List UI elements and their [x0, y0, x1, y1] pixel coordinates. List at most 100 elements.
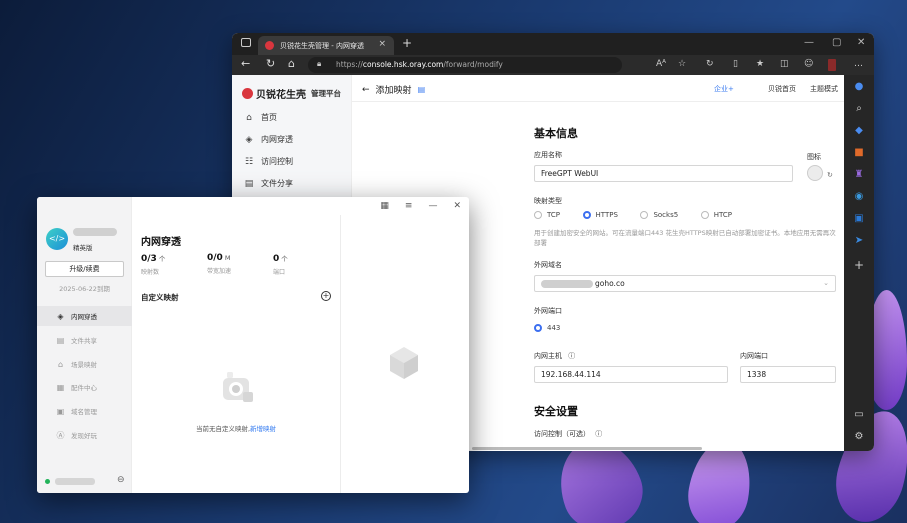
qr-code-icon[interactable]: ▦ — [380, 201, 389, 211]
favorites-icon[interactable]: ★ — [756, 59, 764, 69]
horizontal-scrollbar[interactable] — [472, 447, 702, 450]
notification-bell-icon[interactable]: ● — [853, 81, 865, 93]
sidebar-item-label: 首页 — [261, 113, 277, 122]
radio-port-443[interactable]: 443 — [534, 324, 560, 332]
close-tab-icon[interactable]: × — [378, 39, 386, 49]
menu-item-file-share[interactable]: ▤ 文件共享 — [37, 330, 132, 350]
add-app-icon[interactable]: + — [853, 259, 865, 271]
radio-socks5[interactable]: Socks5 — [640, 211, 678, 219]
brand-logo[interactable]: 贝锐花生壳 管理平台 — [242, 85, 341, 101]
close-window-icon[interactable]: ✕ — [857, 37, 865, 48]
sidebar-item-tunnel[interactable]: ◈ 内网穿透 — [244, 134, 293, 145]
zoom-icon[interactable]: ⊖ — [117, 475, 125, 485]
radio-htcp[interactable]: HTCP — [700, 211, 732, 219]
radio-label: Socks5 — [653, 211, 679, 219]
outlook-icon[interactable]: ▣ — [853, 213, 865, 225]
mapping-type-label: 映射类型 — [534, 197, 562, 205]
sidebar-item-access-control[interactable]: ☷ 访问控制 — [244, 156, 293, 167]
sidebar-item-label: 内网穿透 — [261, 135, 293, 144]
app-name-label: 应用名称 — [534, 151, 562, 159]
stat-label: 带宽加速 — [207, 268, 232, 275]
sidebar-item-label: 访问控制 — [261, 157, 293, 166]
account-status[interactable] — [45, 478, 95, 485]
settings-gear-icon[interactable]: ⚙ — [853, 431, 865, 443]
access-control-label: 访问控制（可选） ⓘ — [534, 429, 602, 439]
home-icon[interactable]: ⌂ — [288, 57, 295, 70]
refresh-icon[interactable]: ↻ — [266, 57, 275, 70]
help-icon[interactable]: ⓘ — [568, 352, 575, 360]
screen-icon[interactable]: ▭ — [853, 409, 865, 421]
stat-number: 0 — [273, 254, 280, 264]
search-icon[interactable]: ⌕ — [853, 103, 865, 115]
site-favicon-icon — [265, 41, 274, 50]
radio-dot — [582, 211, 591, 219]
tag-icon[interactable]: ◆ — [853, 125, 865, 137]
circle-app-icon[interactable]: ◉ — [853, 191, 865, 203]
reader-mode-icon[interactable]: Aᴬ — [656, 59, 666, 69]
scene-icon: ⌂ — [57, 359, 64, 369]
user-avatar[interactable]: </> — [46, 228, 68, 250]
more-menu-icon[interactable]: … — [854, 59, 863, 69]
new-tab-icon[interactable]: + — [402, 36, 412, 50]
close-icon[interactable]: ✕ — [453, 201, 461, 211]
radio-dot — [700, 211, 709, 219]
send-icon[interactable]: ➤ — [853, 235, 865, 247]
stat-label: 端口 — [273, 269, 286, 276]
tab-actions-icon[interactable] — [241, 38, 251, 47]
menu-item-scene-mapping[interactable]: ⌂ 场景映射 — [37, 354, 132, 374]
domain-select[interactable]: goho.co ⌄ — [534, 275, 836, 292]
menu-item-accessories[interactable]: ▦ 配件中心 — [37, 377, 132, 397]
doc-icon[interactable]: ▤ — [418, 85, 426, 94]
radio-label: HTTPS — [595, 211, 618, 219]
enterprise-link[interactable]: 企业+ — [714, 84, 734, 94]
profile-avatar[interactable] — [828, 59, 836, 71]
add-mapping-link[interactable]: 新增映射 — [250, 425, 276, 433]
mapping-type-radios: TCP HTTPS Socks5 HTCP — [534, 211, 752, 221]
port-label: 外网端口 — [534, 307, 562, 315]
refresh-icon[interactable]: ↻ — [827, 171, 833, 179]
app-name-input[interactable]: FreeGPT WebUI — [534, 165, 793, 182]
tunnel-icon: ◈ — [245, 134, 253, 145]
help-icon[interactable]: ⓘ — [595, 430, 602, 438]
oray-home-link[interactable]: 贝锐首页 — [768, 84, 796, 94]
copilot-icon[interactable]: ☺ — [804, 59, 813, 69]
chess-icon[interactable]: ♜ — [853, 169, 865, 181]
theme-mode-link[interactable]: 主题模式 — [810, 84, 838, 94]
inner-port-input[interactable]: 1338 — [740, 366, 836, 383]
extension-icon[interactable]: ↻ — [706, 59, 714, 69]
sidebar-item-home[interactable]: ⌂ 首页 — [244, 112, 277, 123]
minimize-icon[interactable]: — — [804, 37, 814, 48]
app-icon-picker[interactable] — [807, 165, 823, 181]
stat-bandwidth: 0/0 M 带宽加速 — [207, 253, 231, 275]
radio-tcp[interactable]: TCP — [534, 211, 560, 219]
inner-port-label: 内网端口 — [740, 352, 768, 360]
sidebar-item-file-share[interactable]: ▤ 文件分享 — [244, 178, 293, 189]
upgrade-button[interactable]: 升级/续费 — [45, 261, 124, 277]
collections-icon[interactable]: ◫ — [780, 59, 789, 69]
stat-value: 0/3 个 — [141, 253, 165, 264]
radio-https[interactable]: HTTPS — [582, 211, 618, 219]
host-input[interactable]: 192.168.44.114 — [534, 366, 728, 383]
favorite-star-icon[interactable]: ☆ — [678, 59, 686, 69]
radio-dot — [534, 324, 542, 332]
add-mapping-icon[interactable]: + — [321, 291, 331, 301]
menu-item-domain[interactable]: ▣ 域名管理 — [37, 401, 132, 421]
url-field[interactable]: 🔒︎ https://console.hsk.oray.com/forward/… — [308, 57, 622, 73]
back-to-list[interactable]: ← 添加映射 ▤ — [362, 83, 426, 97]
stat-value: 0个 — [273, 253, 288, 264]
tab-title: 贝锐花生壳管理 - 内网穿透 — [280, 42, 364, 50]
redacted-account — [55, 478, 95, 485]
radio-label: TCP — [547, 211, 560, 219]
menu-item-tunnel[interactable]: ◈ 内网穿透 — [37, 306, 132, 326]
stat-value: 0/0 M — [207, 253, 231, 263]
browser-tab[interactable]: 贝锐花生壳管理 - 内网穿透 × — [258, 36, 394, 55]
minimize-icon[interactable]: — — [428, 201, 437, 211]
menu-item-label: 内网穿透 — [71, 313, 97, 321]
toolbox-icon[interactable]: ■ — [853, 147, 865, 159]
menu-icon[interactable]: ≡ — [405, 201, 413, 211]
split-screen-icon[interactable]: ▯ — [733, 59, 738, 69]
menu-item-label: 配件中心 — [71, 384, 97, 392]
menu-item-discover[interactable]: Ⓐ 发现好玩 — [37, 425, 132, 445]
maximize-icon[interactable]: ▢ — [832, 37, 841, 48]
back-icon[interactable]: ← — [241, 57, 250, 70]
